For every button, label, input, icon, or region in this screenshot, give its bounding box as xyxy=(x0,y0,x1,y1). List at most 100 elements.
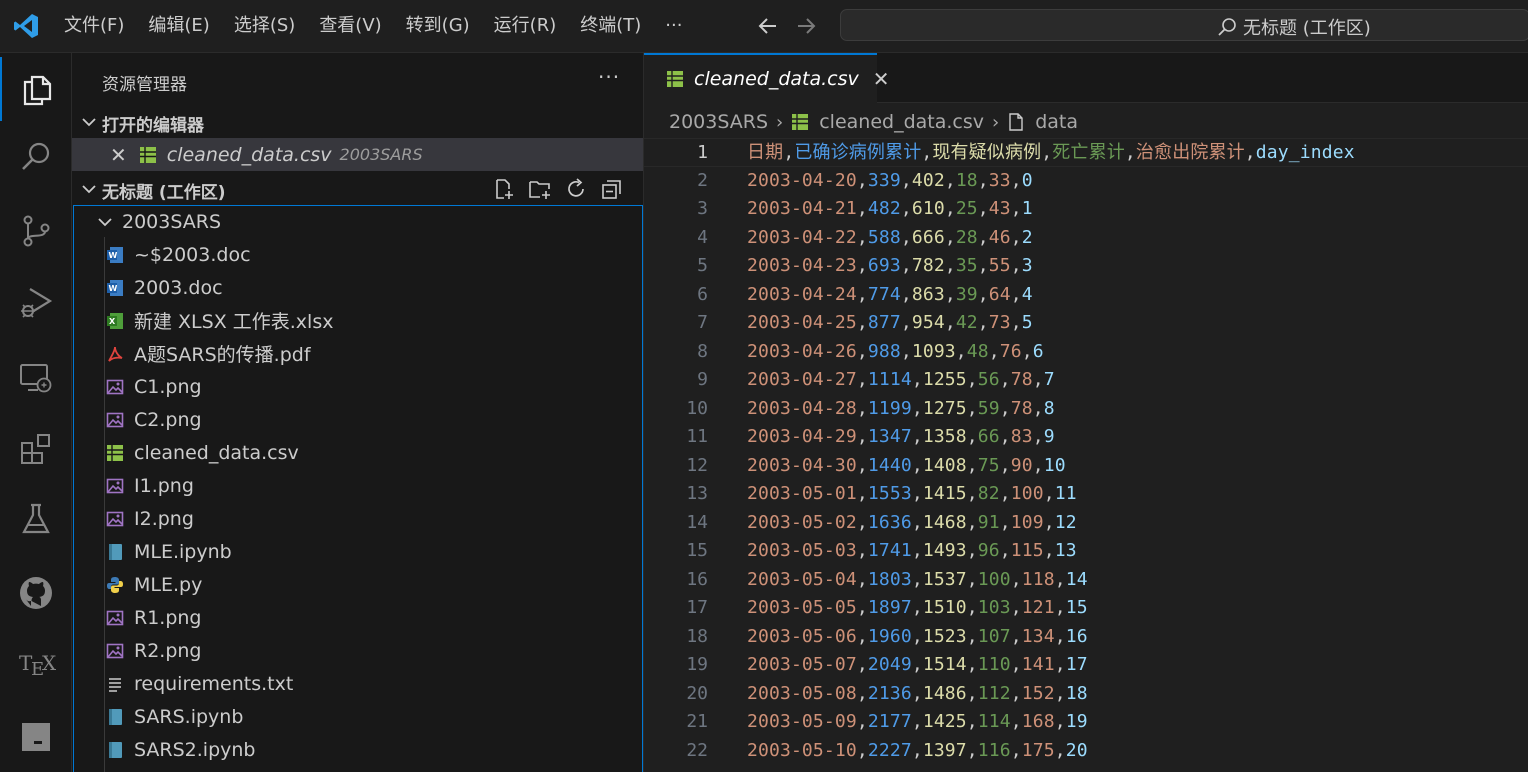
menu-item[interactable]: 转到(G) xyxy=(394,0,482,52)
line-text: 2003-05-04,1803,1537,100,118,14 xyxy=(747,568,1088,590)
csv-cell: 12 xyxy=(1054,511,1077,533)
chevron-down-icon xyxy=(98,217,112,226)
line-text: 2003-05-02,1636,1468,91,109,12 xyxy=(747,511,1077,533)
file-tree-item[interactable]: I2.png xyxy=(106,502,194,535)
menu-item[interactable]: 选择(S) xyxy=(222,0,307,52)
csv-cell: 78 xyxy=(1010,397,1033,419)
new-folder-icon[interactable] xyxy=(528,177,552,201)
csv-cell: 17 xyxy=(1065,654,1088,675)
command-center-search[interactable]: 无标题 (工作区) xyxy=(840,9,1528,41)
menu-item[interactable]: 查看(V) xyxy=(307,0,393,52)
refresh-icon[interactable] xyxy=(564,177,588,201)
line-number: 15 xyxy=(686,540,708,561)
file-tree-item[interactable]: C1.png xyxy=(106,370,202,403)
file-name: cleaned_data.csv xyxy=(134,441,299,464)
code-line: 4 2003-04-22,588,666,28,46,2 xyxy=(644,224,1528,253)
explorer-activity[interactable] xyxy=(0,57,72,121)
source-control-icon xyxy=(23,215,50,247)
github-activity[interactable] xyxy=(0,561,72,625)
file-tree-item[interactable]: MLE.ipynb xyxy=(106,535,232,568)
menu-item[interactable]: 文件(F) xyxy=(52,0,136,52)
file-tree-item[interactable]: cleaned_data.csv xyxy=(106,436,299,469)
open-editor-item[interactable]: ✕ cleaned_data.csv 2003SARS xyxy=(72,138,643,171)
terminal-panel-icon xyxy=(22,723,50,751)
tab-close-button[interactable]: ✕ xyxy=(873,67,890,91)
excel-icon: X xyxy=(107,312,123,329)
search-activity[interactable] xyxy=(0,125,72,189)
back-arrow-icon[interactable] xyxy=(756,14,780,38)
csv-cell: 55 xyxy=(988,255,1011,276)
csv-cell: 91 xyxy=(977,511,1000,533)
breadcrumb-file[interactable]: cleaned_data.csv xyxy=(819,111,984,133)
csv-cell: 13 xyxy=(1054,540,1077,561)
source-control-activity[interactable] xyxy=(0,199,72,263)
csv-cell: 1093 xyxy=(911,340,956,362)
code-line: 8 2003-04-26,988,1093,48,76,6 xyxy=(644,338,1528,367)
file-tree-item[interactable]: R2.png xyxy=(106,634,202,667)
menu-item[interactable]: 运行(R) xyxy=(482,0,569,52)
file-name: 2003.doc xyxy=(134,276,223,299)
csv-cell: 2003-05-01 xyxy=(747,483,857,504)
breadcrumb-folder[interactable]: 2003SARS xyxy=(669,111,768,133)
csv-cell: 168 xyxy=(1021,711,1055,732)
file-name: A题SARS的传播.pdf xyxy=(134,344,311,366)
line-text: 2003-04-24,774,863,39,64,4 xyxy=(747,283,1033,305)
new-file-icon[interactable] xyxy=(492,177,516,201)
line-text: 2003-04-25,877,954,42,73,5 xyxy=(747,312,1033,333)
csv-cell: 11 xyxy=(1054,483,1077,504)
csv-cell: 2003-04-23 xyxy=(747,255,857,276)
file-tree-item[interactable]: C2.png xyxy=(106,403,202,436)
code-line: 9 2003-04-27,1114,1255,56,78,7 xyxy=(644,366,1528,395)
open-editors-header[interactable]: 打开的编辑器 xyxy=(72,106,643,138)
file-tree-item[interactable]: requirements.txt xyxy=(106,667,293,700)
csv-cell: 1636 xyxy=(867,511,912,533)
file-tree-item[interactable]: W 2003.doc xyxy=(106,271,223,304)
csv-icon xyxy=(667,71,683,87)
csv-cell: 2003-04-25 xyxy=(747,312,857,333)
csv-cell: 877 xyxy=(867,312,901,333)
notebook-icon xyxy=(109,708,122,725)
line-text: 2003-05-07,2049,1514,110,141,17 xyxy=(747,654,1088,675)
more-actions-button[interactable]: ··· xyxy=(598,65,620,89)
csv-cell: 39 xyxy=(955,283,978,305)
csv-cell: 0 xyxy=(1021,169,1033,191)
code-line: 7 2003-04-25,877,954,42,73,5 xyxy=(644,309,1528,338)
forward-arrow-icon[interactable] xyxy=(794,14,818,38)
extensions-activity[interactable] xyxy=(0,417,72,481)
csv-icon xyxy=(139,146,156,163)
menu-more-button[interactable]: ··· xyxy=(653,0,694,52)
workspace-header[interactable]: 无标题 (工作区) xyxy=(72,173,643,205)
file-tree-item[interactable]: W ~$2003.doc xyxy=(106,238,251,271)
panel-activity[interactable] xyxy=(0,705,72,769)
csv-cell: 2003-05-08 xyxy=(747,682,857,704)
csv-cell: 46 xyxy=(988,226,1011,248)
csv-cell: 现有疑似病例 xyxy=(932,142,1042,163)
title-bar: 文件(F) 编辑(E) 选择(S) 查看(V) 转到(G) 运行(R) 终端(T) ··· 无… xyxy=(0,0,1528,53)
csv-cell: 4 xyxy=(1021,283,1033,305)
run-debug-activity[interactable] xyxy=(0,271,72,335)
csv-cell: 152 xyxy=(1021,682,1055,704)
tex-activity[interactable]: TEX xyxy=(0,631,72,695)
csv-cell: 2177 xyxy=(867,711,912,732)
breadcrumb-symbol[interactable]: data xyxy=(1035,111,1078,133)
line-number: 18 xyxy=(686,625,708,647)
menu-item[interactable]: 终端(T) xyxy=(568,0,653,52)
remote-explorer-activity[interactable] xyxy=(0,345,72,409)
file-tree-item[interactable]: SARS.ipynb xyxy=(106,700,243,733)
tab-cleaned-data-csv[interactable]: cleaned_data.csv ✕ xyxy=(644,53,890,103)
testing-activity[interactable] xyxy=(0,487,72,551)
close-icon[interactable]: ✕ xyxy=(110,143,127,167)
collapse-all-icon[interactable] xyxy=(600,177,624,201)
file-tree-item[interactable]: I1.png xyxy=(106,469,194,502)
folder-2003sars[interactable]: 2003SARS xyxy=(96,205,221,238)
file-tree-item[interactable]: X 新建 XLSX 工作表.xlsx xyxy=(106,304,333,337)
github-icon xyxy=(20,577,52,609)
file-tree-item[interactable]: SARS2.ipynb xyxy=(106,733,256,766)
file-tree-item[interactable]: MLE.py xyxy=(106,568,202,601)
menu-item[interactable]: 编辑(E) xyxy=(136,0,221,52)
folder-name: 2003SARS xyxy=(122,210,222,233)
csv-cell: 402 xyxy=(911,169,945,191)
file-tree-item[interactable]: R1.png xyxy=(106,601,202,634)
file-tree-item[interactable]: A题SARS的传播.pdf xyxy=(106,337,311,370)
remote-explorer-icon xyxy=(20,364,52,393)
